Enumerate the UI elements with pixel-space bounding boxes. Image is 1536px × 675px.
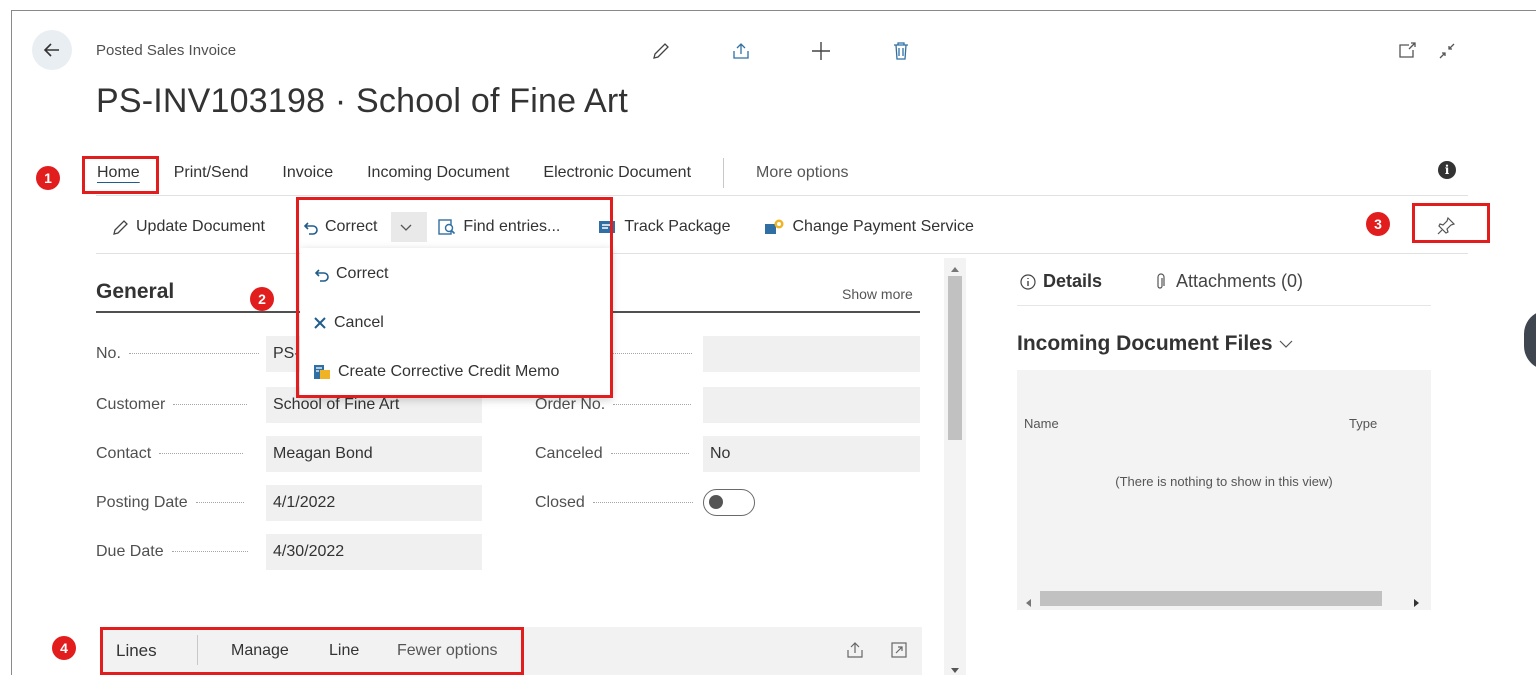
collapse-icon[interactable] [1434,38,1460,64]
page-caption: Posted Sales Invoice [96,42,237,59]
factbox-tab-attachments[interactable]: Attachments (0) [1152,271,1303,292]
annotation-badge-2: 2 [250,287,274,311]
horizontal-scrollbar-thumb[interactable] [1040,591,1382,606]
field-label-order-no: Order No. [535,396,692,414]
highlight-correct-menu [296,197,613,398]
factbox-tab-details[interactable]: Details [1019,271,1102,292]
column-header-type[interactable]: Type [1349,416,1377,431]
track-package-label: Track Package [624,218,731,235]
section-title-general[interactable]: General [96,280,174,304]
annotation-badge-3: 3 [1366,212,1390,236]
incoming-document-files-label: Incoming Document Files [1017,332,1273,355]
show-more-link[interactable]: Show more [842,286,913,302]
tab-incoming-document[interactable]: Incoming Document [367,164,509,182]
tab-more-options[interactable]: More options [756,164,849,182]
share-icon[interactable] [846,641,864,664]
highlight-home-tab [82,156,159,194]
field-hidden-value[interactable] [703,336,920,372]
toggle-knob [709,495,723,509]
field-label-posting-date: Posting Date [96,494,244,512]
paperclip-icon [1157,272,1165,289]
field-canceled[interactable]: No [703,436,920,472]
field-label-contact: Contact [96,445,244,463]
add-icon[interactable] [808,38,834,64]
payment-service-icon [765,219,784,234]
highlight-pin-button [1412,203,1490,243]
tab-invoice[interactable]: Invoice [282,164,333,182]
pencil-icon [113,220,128,235]
field-label-hidden [612,345,692,363]
back-button[interactable] [32,30,72,70]
field-due-date[interactable]: 4/30/2022 [266,534,482,570]
annotation-badge-4: 4 [52,636,76,660]
action-tabs: Home Print/Send Invoice Incoming Documen… [97,158,883,188]
closed-toggle[interactable] [703,489,755,516]
tab-print-send[interactable]: Print/Send [174,164,249,182]
field-label-customer: Customer [96,396,248,414]
incoming-document-files-list [1017,370,1431,610]
open-new-window-icon[interactable] [1394,38,1420,64]
info-icon[interactable]: i [1438,161,1456,179]
factbox-tab-attachments-label: Attachments (0) [1176,271,1304,291]
change-payment-service-label: Change Payment Service [792,218,974,235]
factbox-tab-details-label: Details [1043,271,1103,291]
field-posting-date[interactable]: 4/1/2022 [266,485,482,521]
field-label-canceled: Canceled [535,445,689,463]
field-label-due-date: Due Date [96,543,248,561]
tab-divider [723,158,725,188]
expand-icon[interactable] [890,641,908,664]
vertical-scrollbar-thumb[interactable] [948,276,962,440]
change-payment-service-button[interactable]: Change Payment Service [764,218,974,236]
field-label-no: No. [96,345,259,363]
arrow-left-icon [43,43,59,57]
tabs-divider [96,195,1468,196]
field-order-no[interactable] [703,387,920,423]
field-contact[interactable]: Meagan Bond [266,436,482,472]
track-package-button[interactable]: Track Package [598,218,730,236]
factbox-divider [1017,305,1431,306]
page-title: PS-INV103198 · School of Fine Art [96,82,628,120]
scroll-down-arrow[interactable] [950,662,960,675]
scroll-right-arrow[interactable] [1414,594,1420,612]
info-circle-icon [1020,273,1036,290]
empty-list-message: (There is nothing to show in this view) [1115,474,1333,489]
field-label-closed: Closed [535,494,693,512]
incoming-document-files-title[interactable]: Incoming Document Files [1017,332,1295,356]
update-document-label: Update Document [136,218,265,235]
delete-icon[interactable] [888,38,914,64]
highlight-lines-bar [100,627,524,675]
chevron-down-icon [1279,340,1292,348]
tab-electronic-document[interactable]: Electronic Document [543,164,691,182]
edit-icon[interactable] [648,38,674,64]
annotation-badge-1: 1 [36,166,60,190]
share-icon[interactable] [728,38,754,64]
update-document-button[interactable]: Update Document [112,218,265,236]
column-header-name[interactable]: Name [1024,416,1059,431]
scroll-up-arrow[interactable] [950,260,960,278]
scroll-left-arrow[interactable] [1026,594,1032,612]
